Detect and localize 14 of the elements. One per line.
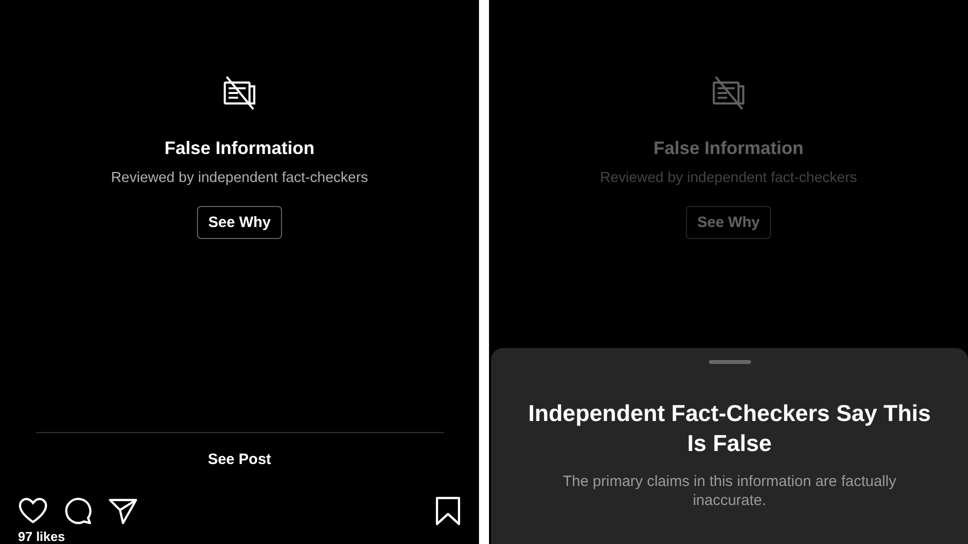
notice-subtitle: Reviewed by independent fact-checkers [600, 170, 858, 186]
drag-handle[interactable] [708, 360, 750, 364]
see-post-link[interactable]: See Post [208, 451, 272, 468]
sheet-body: The primary claims in this information are factually inaccurate. [562, 472, 898, 510]
heart-icon[interactable] [18, 497, 48, 525]
comment-icon[interactable] [64, 497, 92, 525]
see-why-button[interactable]: See Why [197, 206, 282, 239]
likes-count: 97 likes [18, 530, 65, 544]
sheet-title: Independent Fact-Checkers Say This Is False [527, 399, 932, 458]
notice-subtitle: Reviewed by independent fact-checkers [110, 170, 368, 186]
notice-title: False Information [653, 138, 804, 159]
send-icon[interactable] [108, 497, 138, 525]
notice-title: False Information [164, 138, 315, 159]
bookmark-icon[interactable] [435, 496, 461, 526]
